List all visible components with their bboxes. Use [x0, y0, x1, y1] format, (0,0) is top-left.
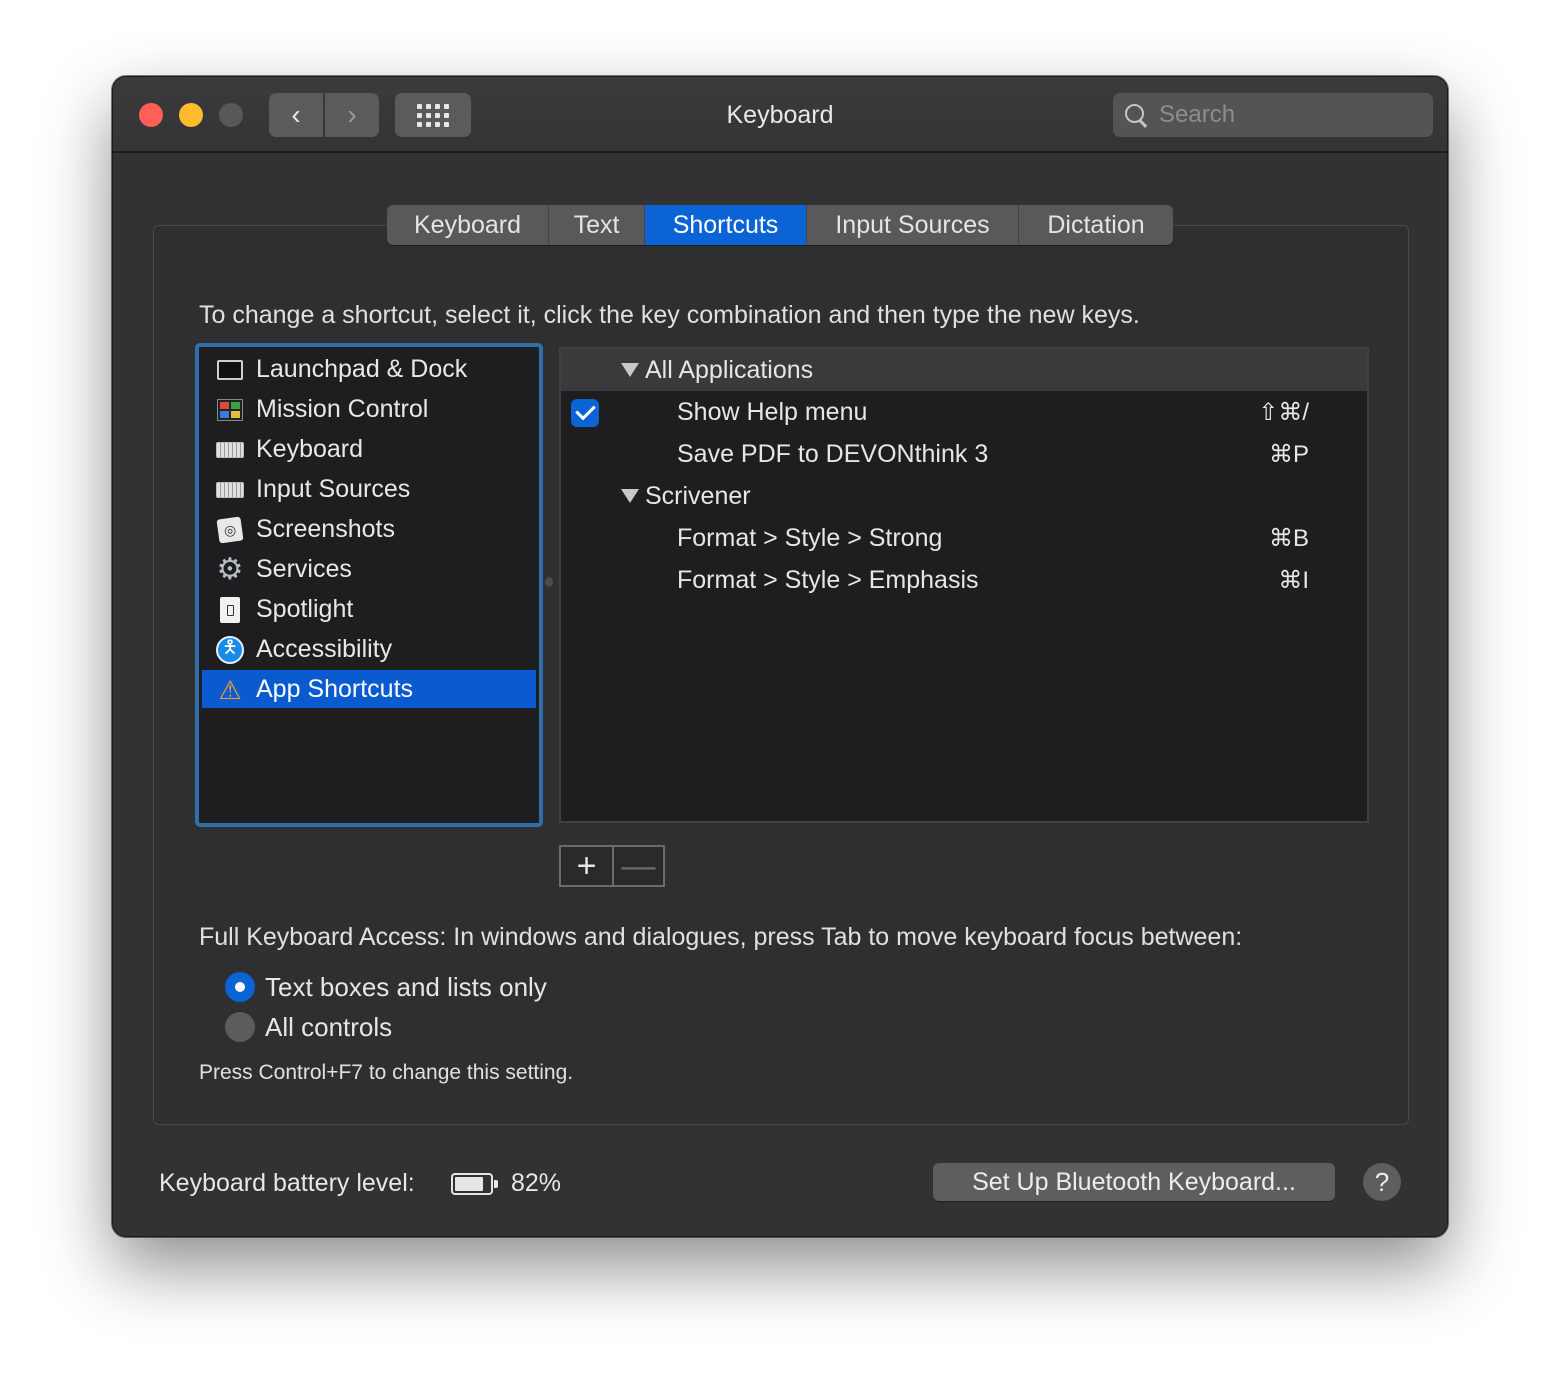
category-label: Services — [256, 554, 352, 583]
shortcut-list[interactable]: All Applications Show Help menu ⇧⌘/ Save… — [559, 347, 1369, 823]
keyboard-icon — [216, 437, 244, 463]
disclosure-triangle-icon[interactable] — [621, 363, 639, 377]
accessibility-icon: 🯅 — [216, 636, 244, 664]
launchpad-dock-icon — [216, 357, 244, 383]
instructions-text: To change a shortcut, select it, click t… — [199, 301, 1140, 329]
shortcut-keys[interactable]: ⌘B — [1269, 524, 1309, 553]
category-label: Screenshots — [256, 514, 395, 543]
category-mission-control[interactable]: Mission Control — [202, 390, 536, 428]
radio-text-boxes[interactable]: Text boxes and lists only — [225, 970, 547, 1004]
search-placeholder: Search — [1159, 101, 1236, 128]
category-label: Spotlight — [256, 594, 354, 623]
tab-keyboard[interactable]: Keyboard — [387, 205, 549, 245]
group-scrivener[interactable]: Scrivener — [561, 475, 1367, 517]
category-list[interactable]: Launchpad & Dock Mission Control Keyboar… — [195, 343, 543, 827]
enable-checkbox[interactable] — [571, 399, 599, 427]
titlebar: ‹ › Keyboard Search — [113, 77, 1447, 153]
category-spotlight[interactable]: Spotlight — [202, 590, 536, 628]
battery-fill — [455, 1177, 483, 1191]
hint-text: Press Control+F7 to change this setting. — [199, 1061, 574, 1084]
category-screenshots[interactable]: ◎ Screenshots — [202, 510, 536, 548]
tab-text[interactable]: Text — [549, 205, 645, 245]
tab-dictation[interactable]: Dictation — [1019, 205, 1173, 245]
input-sources-icon — [216, 477, 244, 503]
search-icon — [1123, 102, 1149, 128]
tab-input-sources[interactable]: Input Sources — [807, 205, 1019, 245]
shortcut-label: Format > Style > Strong — [677, 523, 943, 552]
radio-all-controls[interactable]: All controls — [225, 1010, 392, 1044]
document-icon — [216, 597, 244, 623]
group-label: All Applications — [645, 355, 814, 384]
category-label: Input Sources — [256, 474, 411, 503]
battery-icon — [451, 1173, 498, 1195]
category-keyboard[interactable]: Keyboard — [202, 430, 536, 468]
shortcut-keys[interactable]: ⌘P — [1269, 440, 1309, 469]
keyboard-preferences-window: ‹ › Keyboard Search Keyboard Text Shortc… — [112, 76, 1448, 1237]
split-view-divider[interactable] — [545, 577, 553, 587]
category-launchpad-dock[interactable]: Launchpad & Dock — [202, 350, 536, 388]
category-accessibility[interactable]: 🯅 Accessibility — [202, 630, 536, 668]
category-label: App Shortcuts — [256, 674, 414, 703]
group-all-applications[interactable]: All Applications — [561, 349, 1367, 391]
shortcut-label: Save PDF to DEVONthink 3 — [677, 439, 989, 468]
add-remove-control: + — — [559, 845, 665, 887]
group-label: Scrivener — [645, 481, 751, 510]
add-button[interactable]: + — [561, 847, 612, 885]
shortcut-row[interactable]: Save PDF to DEVONthink 3 ⌘P — [561, 433, 1367, 475]
search-field[interactable]: Search — [1113, 93, 1433, 137]
tab-shortcuts[interactable]: Shortcuts — [645, 205, 807, 245]
radio-button-selected[interactable] — [225, 972, 255, 1002]
screenshots-icon: ◎ — [216, 516, 244, 544]
category-label: Keyboard — [256, 434, 364, 463]
shortcut-row[interactable]: Format > Style > Strong ⌘B — [561, 517, 1367, 559]
category-input-sources[interactable]: Input Sources — [202, 470, 536, 508]
tab-bar: Keyboard Text Shortcuts Input Sources Di… — [387, 205, 1173, 245]
category-label: Mission Control — [256, 394, 429, 423]
shortcut-row[interactable]: Format > Style > Emphasis ⌘I — [561, 559, 1367, 601]
category-label: Accessibility — [256, 634, 393, 663]
full-keyboard-access-label: Full Keyboard Access: In windows and dia… — [199, 923, 1243, 951]
shortcut-label: Show Help menu — [677, 397, 868, 426]
battery-percent: 82% — [511, 1169, 562, 1197]
help-button[interactable]: ? — [1363, 1163, 1401, 1201]
shortcut-keys[interactable]: ⇧⌘/ — [1258, 398, 1309, 427]
radio-button[interactable] — [225, 1012, 255, 1042]
app-store-icon: ⚠ — [218, 675, 242, 705]
battery-label: Keyboard battery level: — [159, 1169, 415, 1197]
category-app-shortcuts[interactable]: ⚠ App Shortcuts — [202, 670, 536, 708]
shortcut-label: Format > Style > Emphasis — [677, 565, 979, 594]
setup-bluetooth-keyboard-button[interactable]: Set Up Bluetooth Keyboard... — [933, 1163, 1335, 1201]
mission-control-icon — [216, 397, 244, 423]
shortcut-row[interactable]: Show Help menu ⇧⌘/ — [561, 391, 1367, 433]
category-services[interactable]: ⚙ Services — [202, 550, 536, 588]
disclosure-triangle-icon[interactable] — [621, 489, 639, 503]
gear-icon: ⚙ — [216, 553, 244, 586]
radio-label: All controls — [265, 1011, 393, 1042]
category-label: Launchpad & Dock — [256, 354, 468, 383]
remove-button[interactable]: — — [612, 847, 663, 885]
shortcut-keys[interactable]: ⌘I — [1278, 566, 1309, 595]
radio-label: Text boxes and lists only — [265, 971, 547, 1002]
